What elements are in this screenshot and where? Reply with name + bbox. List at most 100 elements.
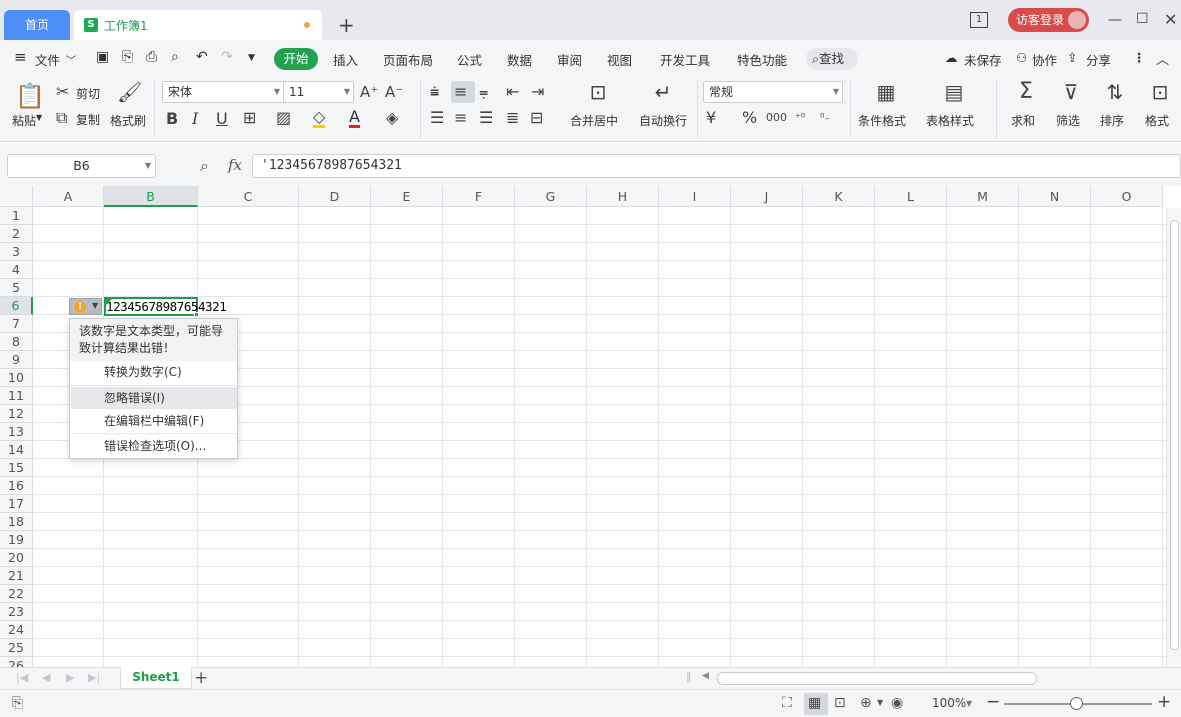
scroll-left-icon[interactable]: ◀ <box>702 671 709 681</box>
menu-tab-developer[interactable]: 开发工具 <box>660 50 710 69</box>
chevron-down-icon[interactable]: ﹀ <box>66 52 76 67</box>
next-sheet-icon[interactable]: ▶ <box>66 671 74 684</box>
conditional-format-button[interactable]: 条件格式 <box>858 112 906 129</box>
wrap-text-button[interactable]: 自动换行 <box>639 112 687 129</box>
clear-format-icon[interactable]: ◈ <box>386 108 398 128</box>
save-icon[interactable]: ▣ <box>96 49 109 65</box>
unsaved-status[interactable]: 未保存 <box>964 50 1002 69</box>
row-header-15[interactable]: 15 <box>0 459 33 477</box>
distribute-icon[interactable]: ⊟ <box>530 108 543 128</box>
align-bottom-icon[interactable]: ⩦ <box>479 82 488 102</box>
convert-to-number-option[interactable]: 转换为数字(C) <box>71 361 237 383</box>
vertical-scrollbar[interactable] <box>1166 208 1181 667</box>
sum-button[interactable]: 求和 <box>1011 112 1035 129</box>
paste-icon[interactable]: 📋 <box>15 81 45 111</box>
column-header-i[interactable]: I <box>659 186 731 207</box>
column-header-c[interactable]: C <box>198 186 299 207</box>
row-header-8[interactable]: 8 <box>0 333 33 351</box>
row-header-21[interactable]: 21 <box>0 567 33 585</box>
first-sheet-icon[interactable]: |◀ <box>16 671 28 684</box>
row-header-19[interactable]: 19 <box>0 531 33 549</box>
close-icon[interactable]: ✕ <box>1164 10 1177 29</box>
collab-button[interactable]: 协作 <box>1032 50 1057 69</box>
column-header-f[interactable]: F <box>443 186 515 207</box>
font-color-icon[interactable]: A <box>349 108 360 128</box>
font-name-select[interactable]: 宋体 ▼ <box>162 81 284 103</box>
quick-access-dropdown-icon[interactable]: ▼ <box>248 53 255 63</box>
filter-button[interactable]: 筛选 <box>1056 112 1080 129</box>
border-icon[interactable]: ⊞ <box>243 108 256 128</box>
menu-tab-home[interactable]: 开始 <box>274 48 318 70</box>
column-header-m[interactable]: M <box>947 186 1019 207</box>
number-format-select[interactable]: 常规 ▼ <box>703 81 843 103</box>
thousands-icon[interactable]: 000 <box>766 108 787 128</box>
sheet-tab-sheet1[interactable]: Sheet1 <box>120 667 192 689</box>
normal-view-icon[interactable]: ▦ <box>808 695 821 711</box>
column-header-b[interactable]: B <box>104 186 198 207</box>
underline-icon[interactable]: U <box>216 109 228 129</box>
table-style-icon[interactable]: ▤ <box>942 82 966 102</box>
guest-login-button[interactable]: 访客登录 <box>1008 8 1089 32</box>
macro-record-icon[interactable]: ⎘ <box>12 695 23 711</box>
decrease-decimal-icon[interactable]: ⁰₋ <box>820 108 830 128</box>
format-painter-button[interactable]: 格式刷 <box>110 112 146 129</box>
split-handle-icon[interactable]: ‖ <box>686 670 692 683</box>
tab-workbook[interactable]: S 工作簿1 <box>74 10 322 40</box>
column-header-o[interactable]: O <box>1091 186 1163 207</box>
row-header-6[interactable]: 6 <box>0 297 33 315</box>
column-header-k[interactable]: K <box>803 186 875 207</box>
align-middle-icon[interactable]: ≡ <box>454 82 467 102</box>
decrease-indent-icon[interactable]: ⇤ <box>506 82 519 102</box>
row-header-24[interactable]: 24 <box>0 621 33 639</box>
zoom-in-button[interactable]: + <box>1157 692 1171 712</box>
justify-icon[interactable]: ≣ <box>506 108 519 128</box>
wrap-text-icon[interactable]: ↵ <box>651 82 675 102</box>
menu-tab-review[interactable]: 审阅 <box>557 50 582 69</box>
column-header-g[interactable]: G <box>515 186 587 207</box>
filter-icon[interactable]: ⊽ <box>1059 82 1083 102</box>
export-icon[interactable]: ⎘ <box>122 49 133 65</box>
sort-icon[interactable]: ⇅ <box>1103 82 1127 102</box>
increase-indent-icon[interactable]: ⇥ <box>531 82 544 102</box>
edit-in-formula-bar-option[interactable]: 在编辑栏中编辑(F) <box>71 410 237 432</box>
increase-decimal-icon[interactable]: ⁺⁰ <box>795 108 805 128</box>
ignore-error-option[interactable]: 忽略错误(I) <box>71 387 237 409</box>
increase-font-icon[interactable]: A⁺ <box>360 82 378 102</box>
page-count-icon[interactable]: 1 <box>970 10 988 28</box>
fill-color-icon[interactable]: ◇ <box>313 108 326 128</box>
zoom-dropdown-icon[interactable]: ▼ <box>966 699 972 708</box>
zoom-slider-thumb[interactable] <box>1070 697 1083 710</box>
row-header-18[interactable]: 18 <box>0 513 33 531</box>
prev-sheet-icon[interactable]: ◀ <box>42 671 50 684</box>
zoom-level[interactable]: 100% <box>932 696 966 710</box>
fx-icon[interactable]: fx <box>228 156 242 174</box>
column-header-d[interactable]: D <box>299 186 371 207</box>
menu-file[interactable]: 文件 <box>35 50 60 69</box>
column-header-h[interactable]: H <box>587 186 659 207</box>
column-header-l[interactable]: L <box>875 186 947 207</box>
row-header-10[interactable]: 10 <box>0 369 33 387</box>
row-header-11[interactable]: 11 <box>0 387 33 405</box>
row-header-17[interactable]: 17 <box>0 495 33 513</box>
align-top-icon[interactable]: ⩧ <box>430 82 439 102</box>
column-header-a[interactable]: A <box>33 186 104 207</box>
align-left-icon[interactable]: ☰ <box>430 108 444 128</box>
eye-protection-icon[interactable]: ◉ <box>891 695 903 711</box>
sort-button[interactable]: 排序 <box>1100 112 1124 129</box>
redo-icon[interactable]: ↷ <box>221 49 233 65</box>
row-header-14[interactable]: 14 <box>0 441 33 459</box>
row-header-1[interactable]: 1 <box>0 207 33 225</box>
menu-tab-formulas[interactable]: 公式 <box>457 50 482 69</box>
paste-dropdown-icon[interactable]: ▼ <box>36 113 42 122</box>
italic-icon[interactable]: I <box>192 109 198 129</box>
fill-pattern-icon[interactable]: ▨ <box>276 108 291 128</box>
currency-icon[interactable]: ¥ <box>706 108 716 128</box>
row-header-5[interactable]: 5 <box>0 279 33 297</box>
row-header-13[interactable]: 13 <box>0 423 33 441</box>
cut-icon[interactable]: ✂ <box>56 82 69 102</box>
decrease-font-icon[interactable]: A⁻ <box>385 82 403 102</box>
search-button[interactable]: ⌕查找 <box>806 48 858 70</box>
row-header-16[interactable]: 16 <box>0 477 33 495</box>
row-header-26[interactable]: 26 <box>0 657 33 667</box>
row-header-23[interactable]: 23 <box>0 603 33 621</box>
